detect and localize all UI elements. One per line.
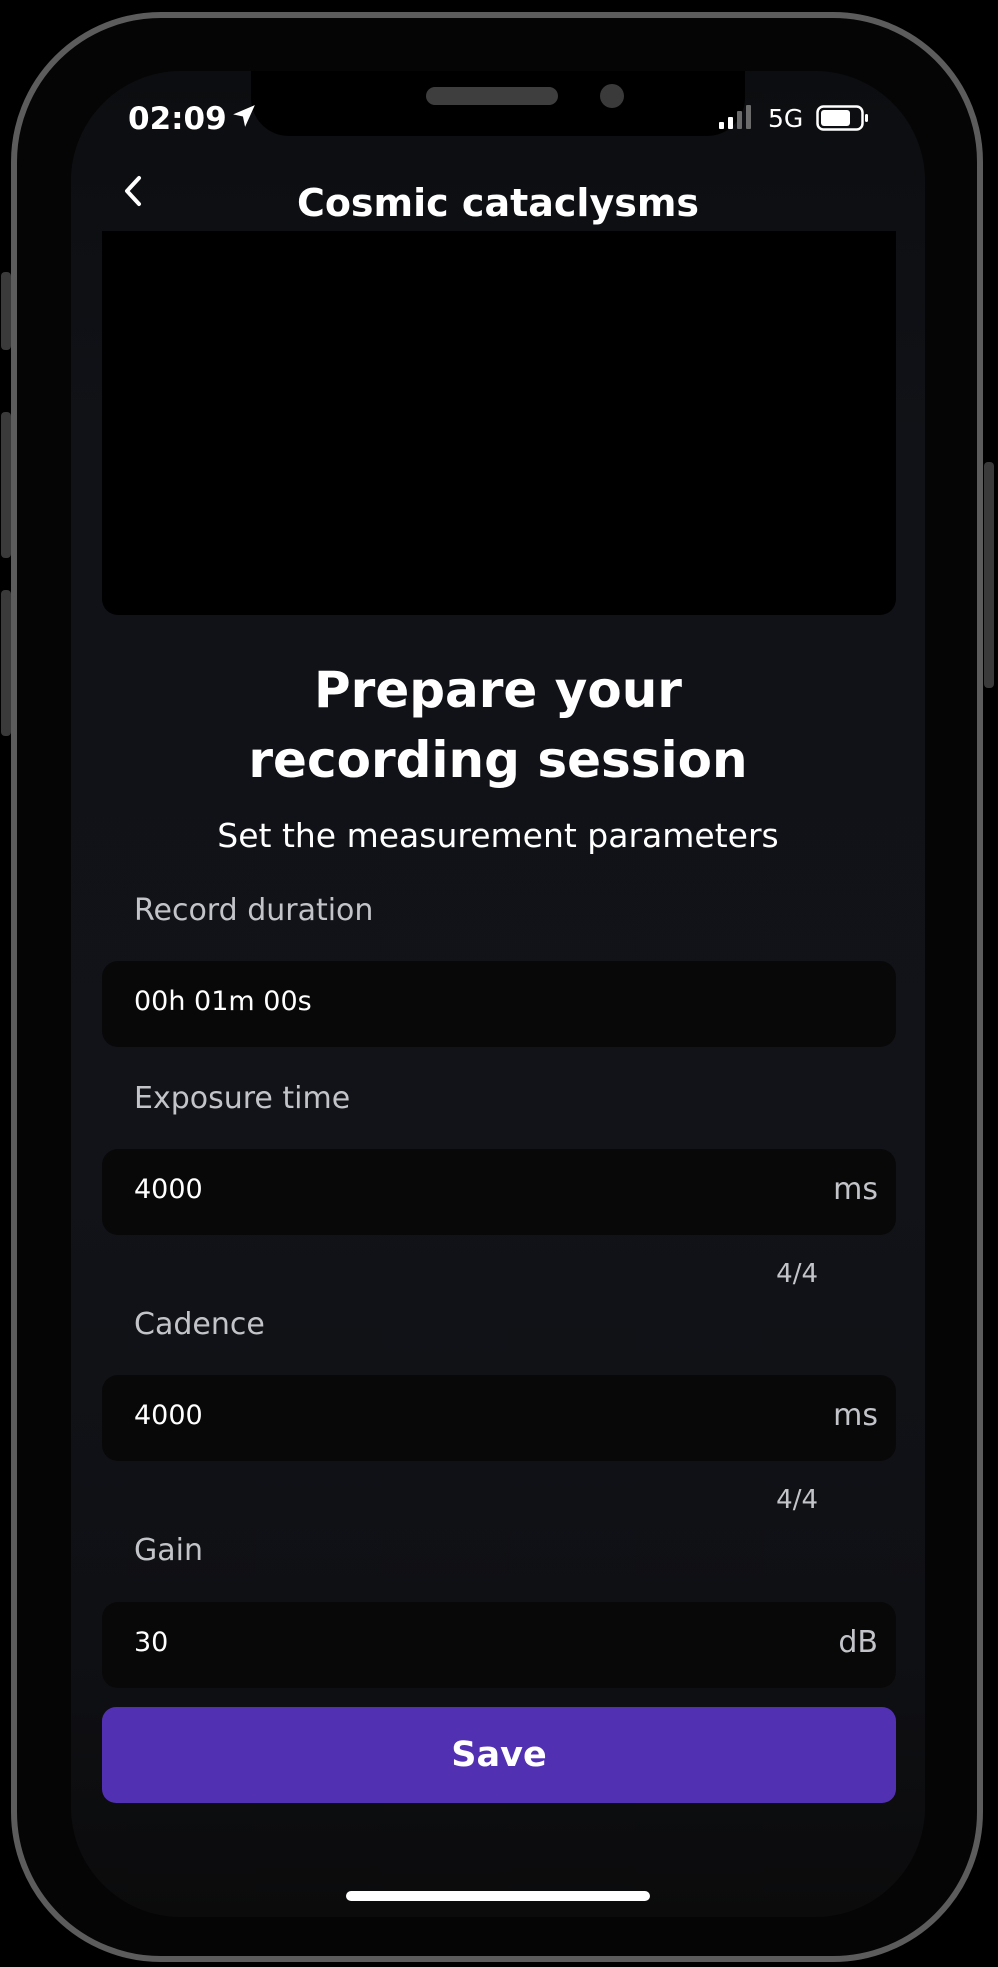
record-duration-field[interactable]: 00h 01m 00s [102, 961, 896, 1047]
exposure-time-field[interactable]: 4000 ms [102, 1149, 896, 1235]
save-button[interactable]: Save [102, 1707, 896, 1803]
exposure-time-counter: 4/4 [776, 1259, 818, 1289]
volume-up-button [1, 412, 11, 558]
exposure-time-value: 4000 [134, 1174, 203, 1205]
silent-switch [1, 272, 11, 350]
home-indicator[interactable] [346, 1891, 650, 1901]
location-arrow-icon [233, 105, 255, 127]
headline-line-2: recording session [248, 731, 748, 789]
gain-unit: dB [838, 1625, 878, 1660]
gain-field[interactable]: 30 dB [102, 1602, 896, 1688]
speaker-grille [426, 87, 558, 105]
cadence-unit: ms [833, 1398, 878, 1433]
section-subtitle: Set the measurement parameters [217, 816, 779, 855]
headline-line-1: Prepare your [314, 661, 682, 719]
cellular-signal-icon [719, 105, 751, 129]
network-type: 5G [768, 104, 804, 133]
record-duration-label: Record duration [134, 893, 374, 928]
cadence-value: 4000 [134, 1400, 203, 1431]
cadence-counter: 4/4 [776, 1485, 818, 1515]
page-title: Cosmic cataclysms [296, 181, 700, 225]
battery-icon [816, 105, 868, 131]
exposure-time-unit: ms [833, 1172, 878, 1207]
cadence-label: Cadence [134, 1307, 265, 1342]
camera-preview [102, 231, 896, 615]
cadence-field[interactable]: 4000 ms [102, 1375, 896, 1461]
front-camera [600, 84, 624, 108]
volume-down-button [1, 590, 11, 736]
power-button [984, 462, 994, 688]
status-time: 02:09 [128, 101, 227, 137]
app-screen: 02:09 5G Cosmic cataclysms Prepare your … [71, 71, 925, 1917]
record-duration-value: 00h 01m 00s [134, 986, 312, 1017]
exposure-time-label: Exposure time [134, 1081, 351, 1116]
section-headline: Prepare your recording session [71, 655, 925, 795]
gain-value: 30 [134, 1627, 169, 1658]
gain-label: Gain [134, 1533, 203, 1568]
